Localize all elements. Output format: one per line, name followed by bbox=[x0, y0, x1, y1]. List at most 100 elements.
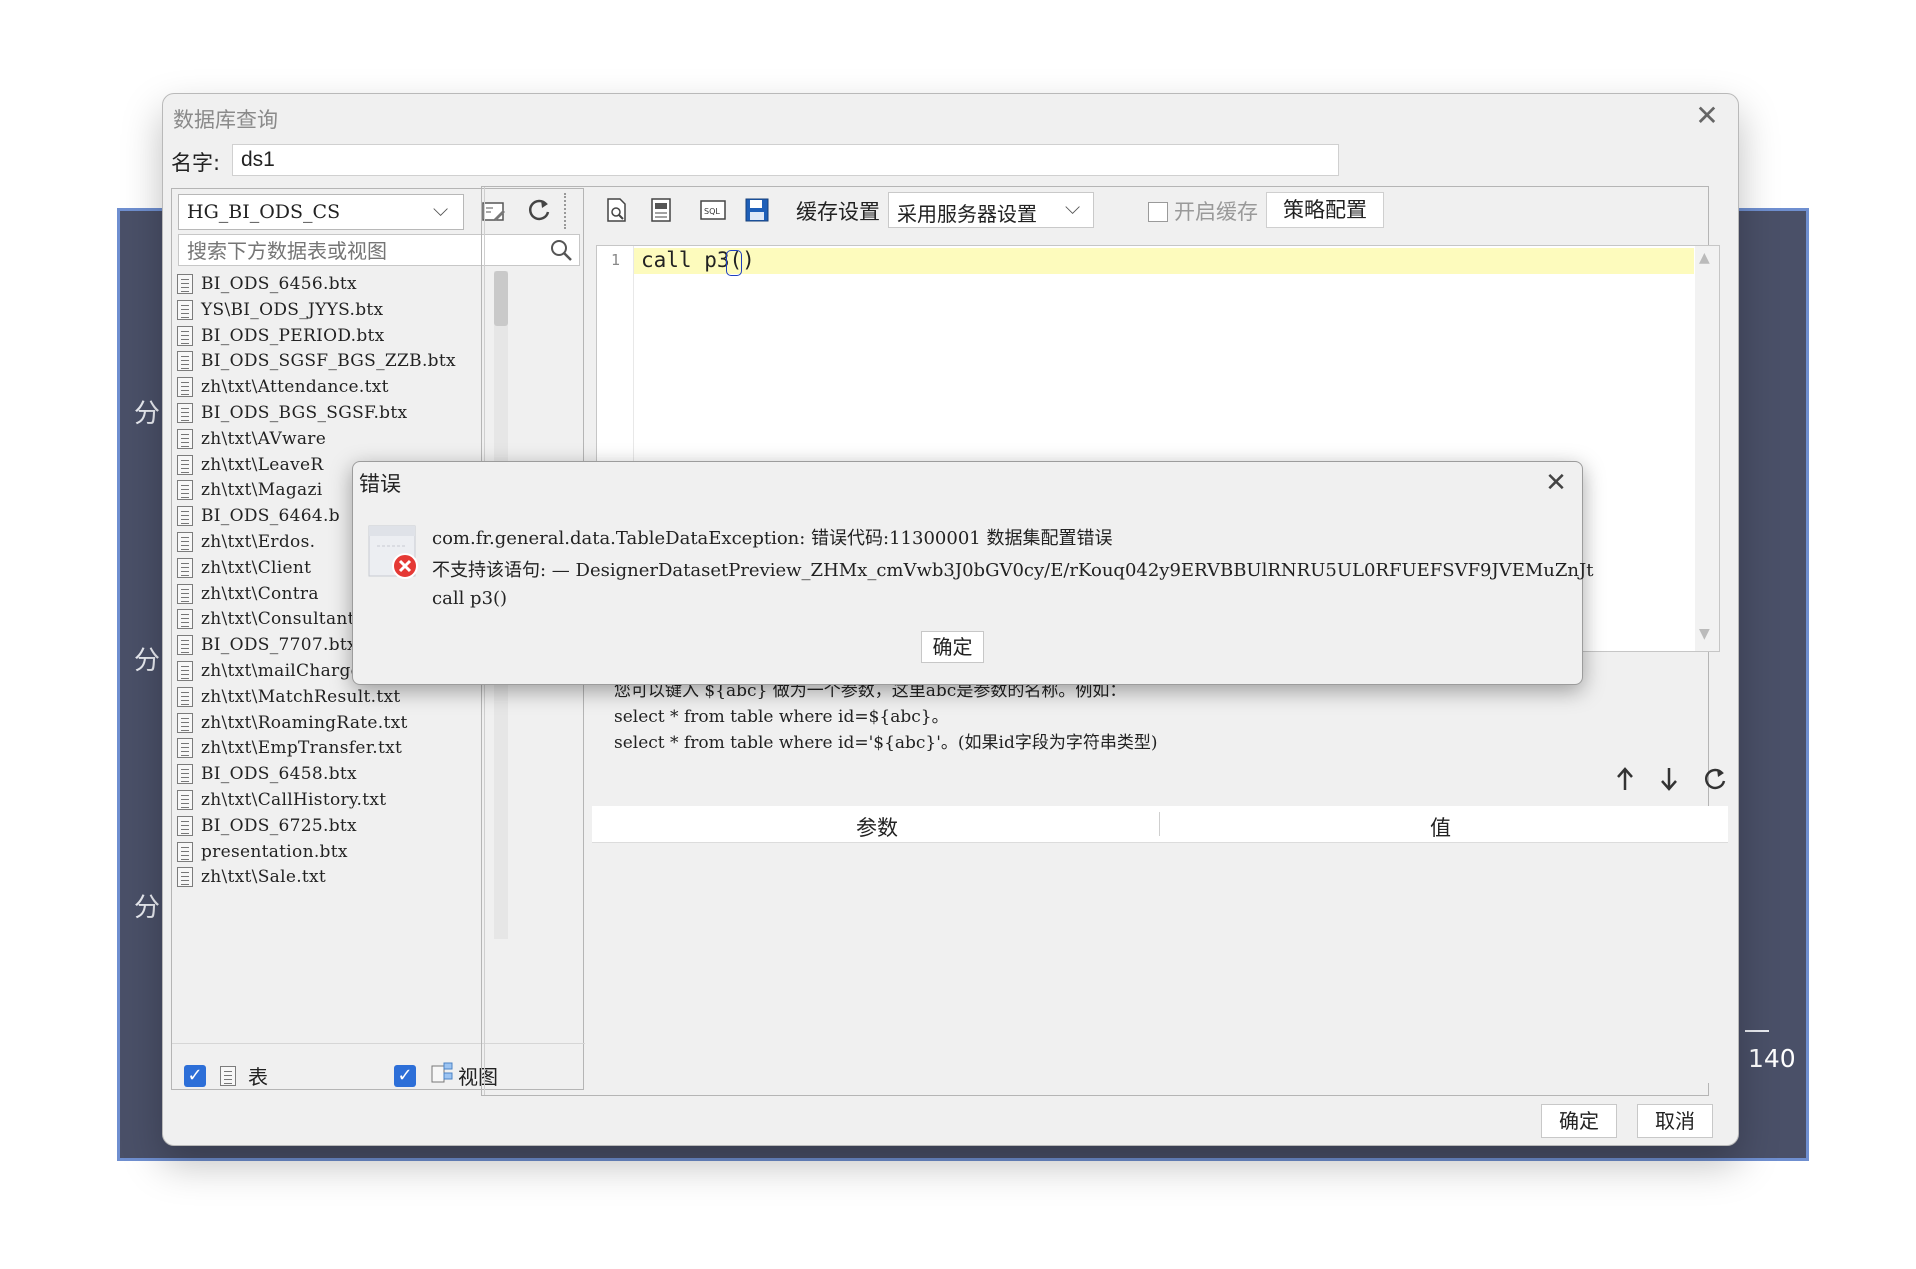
table-list-item[interactable]: zh\txt\EmpTransfer.txt bbox=[177, 735, 402, 761]
cancel-button[interactable]: 取消 bbox=[1637, 1104, 1713, 1138]
table-file-icon bbox=[177, 532, 193, 552]
error-dialog-title: 错误 bbox=[359, 472, 401, 496]
table-list-item[interactable]: zh\txt\Magazi bbox=[177, 477, 322, 503]
enable-cache-checkbox[interactable] bbox=[1148, 202, 1168, 222]
table-file-icon bbox=[177, 764, 193, 785]
scrollbar-thumb[interactable] bbox=[494, 271, 508, 326]
view-filter-label: 视图 bbox=[458, 1065, 498, 1089]
edit-datasource-icon[interactable] bbox=[477, 195, 511, 229]
table-name: BI_ODS_6456.btx bbox=[201, 274, 357, 294]
table-file-icon bbox=[177, 351, 193, 372]
bracket-match-marker bbox=[726, 250, 742, 276]
table-file-icon bbox=[177, 299, 193, 320]
table-name: BI_ODS_6464.b bbox=[201, 506, 340, 527]
table-name: BI_ODS_SGSF_BGS_ZZB.btx bbox=[201, 351, 456, 372]
table-file-icon bbox=[177, 635, 193, 656]
table-list-item[interactable]: zh\txt\CallHistory.txt bbox=[177, 787, 386, 813]
table-list-item[interactable]: zh\txt\RoamingRate.txt bbox=[177, 710, 408, 736]
table-list-item[interactable]: BI_ODS_7707.btx bbox=[177, 632, 357, 658]
table-list-item[interactable]: YS\BI_ODS_JYYS.btx bbox=[177, 297, 383, 323]
search-icon[interactable] bbox=[549, 238, 573, 267]
table-file-icon bbox=[177, 403, 193, 423]
close-icon[interactable]: ✕ bbox=[1541, 468, 1571, 498]
move-down-icon[interactable] bbox=[1658, 766, 1680, 797]
ok-button[interactable]: 确定 bbox=[1541, 1104, 1617, 1138]
table-name: zh\txt\Sale.txt bbox=[201, 867, 327, 888]
table-search-box bbox=[178, 234, 580, 266]
table-name: zh\txt\Contra bbox=[201, 583, 319, 604]
chevron-down-icon: ⌵ bbox=[1065, 195, 1081, 219]
table-list-item[interactable]: BI_ODS_BGS_SGSF.btx bbox=[177, 400, 407, 426]
table-name: zh\txt\Magazi bbox=[201, 480, 323, 501]
table-list-item[interactable]: zh\txt\Contra bbox=[177, 581, 319, 607]
table-list-item[interactable]: zh\txt\Attendance.txt bbox=[177, 374, 389, 400]
view-filter-checkbox[interactable]: ✓ bbox=[394, 1064, 416, 1087]
scroll-down-icon[interactable]: ▼ bbox=[1699, 626, 1710, 642]
page-setup-icon[interactable] bbox=[644, 193, 678, 227]
table-file-icon bbox=[177, 867, 193, 888]
datasource-select-value: HG_BI_ODS_CS bbox=[187, 201, 341, 223]
refresh-icon[interactable] bbox=[522, 193, 556, 227]
column-divider[interactable] bbox=[1159, 812, 1160, 836]
error-ok-button[interactable]: 确定 bbox=[921, 631, 984, 663]
value-column-header: 值 bbox=[1430, 816, 1451, 840]
params-table-body[interactable] bbox=[592, 843, 1728, 1083]
background-label: 分 bbox=[134, 399, 161, 429]
error-message: call p3() bbox=[432, 588, 508, 609]
view-icon bbox=[430, 1061, 454, 1090]
table-file-icon bbox=[177, 557, 193, 578]
table-list-item[interactable]: BI_ODS_6464.b bbox=[177, 503, 340, 529]
error-message: com.fr.general.data.TableDataException: … bbox=[432, 528, 1113, 549]
editor-scrollbar[interactable]: ▲ ▼ bbox=[1695, 246, 1719, 651]
table-name: zh\txt\Client bbox=[201, 557, 312, 578]
table-search-input[interactable] bbox=[185, 237, 529, 265]
background-label: 分 bbox=[134, 646, 161, 676]
strategy-config-button[interactable]: 策略配置 bbox=[1266, 192, 1384, 228]
sql-toolbar: SQL 缓存设置 采用服务器设置 ⌵ 开启缓存 策略配置 bbox=[600, 190, 1790, 230]
table-name: zh\txt\Erdos. bbox=[201, 532, 316, 552]
cache-mode-select[interactable]: 采用服务器设置 ⌵ bbox=[888, 192, 1094, 228]
table-list-item[interactable]: BI_ODS_6725.btx bbox=[177, 813, 357, 839]
save-icon[interactable] bbox=[740, 193, 774, 227]
table-name: zh\txt\LeaveR bbox=[201, 454, 324, 475]
preview-icon[interactable] bbox=[600, 193, 634, 227]
table-file-icon bbox=[177, 583, 193, 604]
table-name: BI_ODS_PERIOD.btx bbox=[201, 325, 385, 346]
hint-line: select * from table where id='${abc}'。(如… bbox=[614, 733, 1158, 753]
line-number: 1 bbox=[611, 251, 621, 269]
table-list-item[interactable]: BI_ODS_6456.btx bbox=[177, 271, 357, 297]
table-list-item[interactable]: zh\txt\MatchResult.txt bbox=[177, 684, 401, 710]
table-list-item[interactable]: BI_ODS_PERIOD.btx bbox=[177, 323, 385, 349]
toolbar-grip bbox=[564, 193, 572, 229]
table-file-icon bbox=[177, 686, 193, 707]
table-list-item[interactable]: BI_ODS_SGSF_BGS_ZZB.btx bbox=[177, 348, 456, 374]
close-icon[interactable]: ✕ bbox=[1691, 100, 1723, 132]
table-filter-checkbox[interactable]: ✓ bbox=[184, 1064, 206, 1087]
sql-icon[interactable]: SQL bbox=[696, 193, 730, 227]
datasource-select[interactable]: HG_BI_ODS_CS ⌵ bbox=[178, 194, 464, 230]
background-divider bbox=[1745, 1030, 1769, 1032]
scroll-up-icon[interactable]: ▲ bbox=[1699, 250, 1710, 266]
current-line-highlight bbox=[634, 248, 1694, 274]
name-input[interactable]: ds1 bbox=[232, 144, 1339, 176]
table-filter-label: 表 bbox=[248, 1065, 268, 1089]
filter-table: ✓ 表 bbox=[184, 1061, 268, 1090]
table-file-icon bbox=[177, 841, 193, 862]
table-file-icon bbox=[177, 274, 193, 294]
table-list-item[interactable]: zh\txt\Sale.txt bbox=[177, 864, 326, 890]
table-name: zh\txt\MatchResult.txt bbox=[201, 686, 401, 707]
svg-text:SQL: SQL bbox=[704, 207, 720, 216]
move-up-icon[interactable] bbox=[1614, 766, 1636, 797]
table-name: zh\txt\RoamingRate.txt bbox=[201, 712, 408, 733]
refresh-params-icon[interactable] bbox=[1702, 766, 1728, 797]
table-file-icon bbox=[177, 609, 193, 630]
table-list-item[interactable]: BI_ODS_6458.btx bbox=[177, 761, 357, 787]
table-list-item[interactable]: zh\txt\AVware bbox=[177, 426, 326, 452]
table-list-item[interactable]: presentation.btx bbox=[177, 839, 348, 865]
table-name: BI_ODS_6458.btx bbox=[201, 764, 357, 785]
table-name: YS\BI_ODS_JYYS.btx bbox=[201, 299, 384, 320]
table-list-item[interactable]: zh\txt\Erdos. bbox=[177, 529, 315, 555]
dialog-title: 数据库查询 bbox=[173, 108, 278, 132]
table-list-item[interactable]: zh\txt\LeaveR bbox=[177, 452, 323, 478]
table-list-item[interactable]: zh\txt\Client bbox=[177, 555, 311, 581]
